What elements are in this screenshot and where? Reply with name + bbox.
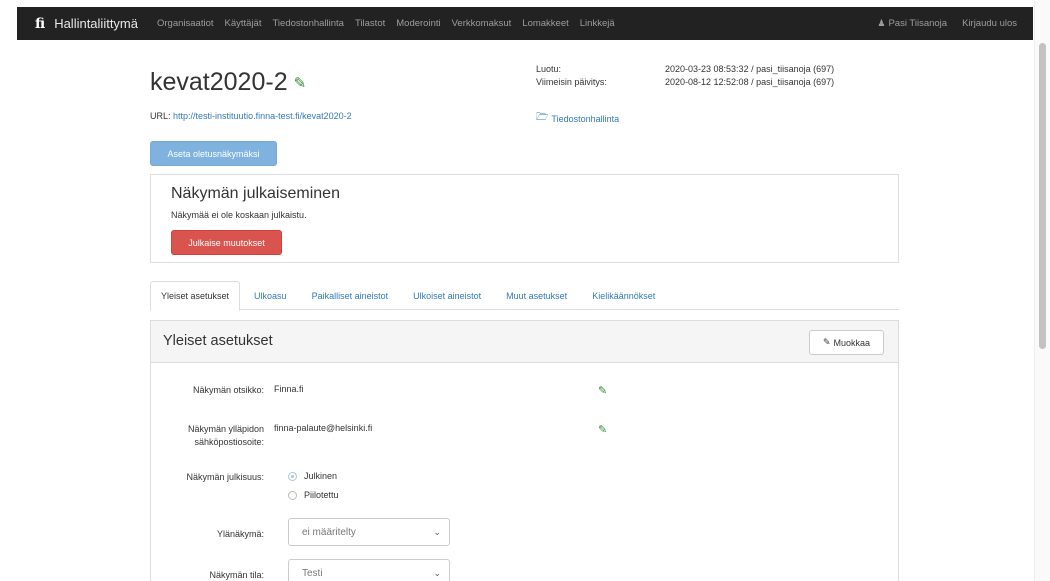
edit-view-title-pencil-icon[interactable]: ✎ (598, 384, 607, 397)
page-scrollbar[interactable] (1034, 0, 1050, 581)
nav-right: ♟ Pasi Tiisanoja Kirjaudu ulos (862, 18, 1017, 29)
logout-link[interactable]: Kirjaudu ulos (962, 18, 1017, 29)
visibility-options: Julkinen Piilotettu (288, 471, 339, 509)
nav-item-kayttajat[interactable]: Käyttäjät (225, 18, 262, 29)
state-label: Näkymän tila: (209, 570, 264, 580)
state-value: Testi (302, 567, 323, 579)
view-url-link[interactable]: http://testi-instituutio.finna-test.fi/k… (173, 111, 352, 121)
created-label: Luotu: (536, 64, 562, 74)
view-title-label: Näkymän otsikko: (192, 385, 264, 395)
admin-email-label-line2: sähköpostiosoite: (194, 437, 264, 447)
user-menu[interactable]: ♟ Pasi Tiisanoja (877, 18, 947, 29)
nav-item-moderointi[interactable]: Moderointi (396, 18, 440, 29)
state-select[interactable]: Testi ⌄ (288, 559, 450, 581)
parent-view-select[interactable]: ei määritelty ⌄ (288, 518, 450, 546)
nav-item-tiedostonhallinta[interactable]: Tiedostonhallinta (272, 18, 343, 29)
radio-hidden[interactable] (288, 490, 297, 500)
edit-admin-email-pencil-icon[interactable]: ✎ (598, 423, 607, 436)
set-default-view-button[interactable]: Aseta oletusnäkymäksi (150, 141, 277, 166)
user-name: Pasi Tiisanoja (888, 18, 948, 29)
pencil-icon: ✎ (822, 337, 831, 347)
created-value: 2020-03-23 08:53:32 / pasi_tiisanoja (69… (665, 64, 835, 74)
panel-heading: Yleiset asetukset ✎ Muokkaa (151, 321, 898, 363)
view-name: kevat2020-2 (150, 68, 288, 96)
nav-item-organisaatiot[interactable]: Organisaatiot (157, 18, 214, 29)
settings-tabs: Yleiset asetukset Ulkoasu Paikalliset ai… (150, 281, 899, 311)
brand-name: Hallintaliittymä (54, 16, 138, 31)
url-label: URL: (150, 111, 171, 121)
files-link[interactable]: 🗁 Tiedostonhallinta (536, 110, 619, 127)
files-link-label: Tiedostonhallinta (551, 113, 620, 124)
tab-muut-asetukset[interactable]: Muut asetukset (495, 281, 578, 310)
visibility-label: Näkymän julkisuus: (186, 472, 264, 482)
publish-status: Näkymää ei ole koskaan julkaistu. (171, 210, 307, 220)
chevron-down-icon: ⌄ (433, 568, 441, 578)
visibility-public-label: Julkinen (304, 471, 338, 481)
nav-item-linkkeja[interactable]: Linkkejä (580, 18, 615, 29)
visibility-public-option[interactable]: Julkinen (288, 471, 339, 481)
general-settings-panel: Yleiset asetukset ✎ Muokkaa Näkymän otsi… (150, 320, 899, 581)
tab-ulkoasu[interactable]: Ulkoasu (243, 281, 298, 310)
tab-paikalliset-aineistot[interactable]: Paikalliset aineistot (301, 281, 400, 310)
folder-open-icon: 🗁 (536, 112, 549, 123)
finna-logo: fi (35, 15, 46, 32)
page-title: kevat2020-2 ✎ (150, 68, 306, 97)
nav-menu: Organisaatiot Käyttäjät Tiedostonhallint… (146, 18, 615, 29)
admin-email-value: finna-palaute@helsinki.fi (274, 423, 373, 433)
tab-ulkoiset-aineistot[interactable]: Ulkoiset aineistot (402, 281, 492, 310)
view-title-value: Finna.fi (274, 384, 304, 394)
parent-view-label: Ylänäkymä: (216, 529, 264, 539)
view-metadata: Luotu: 2020-03-23 08:53:32 / pasi_tiisan… (536, 63, 834, 89)
view-url: URL: http://testi-instituutio.finna-test… (150, 111, 352, 121)
radio-public[interactable] (288, 471, 297, 481)
updated-value: 2020-08-12 12:52:08 / pasi_tiisanoja (69… (665, 77, 835, 87)
panel-title: Yleiset asetukset (163, 333, 273, 349)
publish-title: Näkymän julkaiseminen (171, 185, 340, 202)
admin-email-label-line1: Näkymän ylläpidon (187, 424, 264, 434)
nav-item-tilastot[interactable]: Tilastot (355, 18, 385, 29)
chevron-down-icon: ⌄ (433, 527, 441, 537)
top-navbar: fi Hallintaliittymä Organisaatiot Käyttä… (17, 7, 1033, 40)
scrollbar-thumb[interactable] (1039, 43, 1046, 349)
parent-view-value: ei määritelty (302, 526, 356, 538)
edit-button-label: Muokkaa (833, 337, 871, 348)
publish-changes-button[interactable]: Julkaise muutokset (171, 230, 282, 255)
tab-yleiset-asetukset[interactable]: Yleiset asetukset (150, 281, 241, 311)
nav-item-lomakkeet[interactable]: Lomakkeet (522, 18, 568, 29)
tab-kielikaannokset[interactable]: Kielikäännökset (581, 281, 666, 310)
brand[interactable]: fi Hallintaliittymä (35, 16, 138, 32)
publish-panel: Näkymän julkaiseminen Näkymää ei ole kos… (150, 174, 899, 263)
admin-email-label: Näkymän ylläpidon sähköpostiosoite: (151, 423, 264, 449)
updated-label: Viimeisin päivitys: (536, 77, 607, 87)
edit-title-pencil-icon[interactable]: ✎ (294, 74, 307, 92)
user-icon: ♟ (877, 18, 886, 28)
visibility-hidden-label: Piilotettu (304, 490, 339, 500)
visibility-hidden-option[interactable]: Piilotettu (288, 490, 339, 500)
updated-row: Viimeisin päivitys: 2020-08-12 12:52:08 … (536, 76, 834, 89)
created-row: Luotu: 2020-03-23 08:53:32 / pasi_tiisan… (536, 63, 834, 76)
edit-button[interactable]: ✎ Muokkaa (809, 330, 884, 355)
nav-item-verkkomaksut[interactable]: Verkkomaksut (452, 18, 512, 29)
